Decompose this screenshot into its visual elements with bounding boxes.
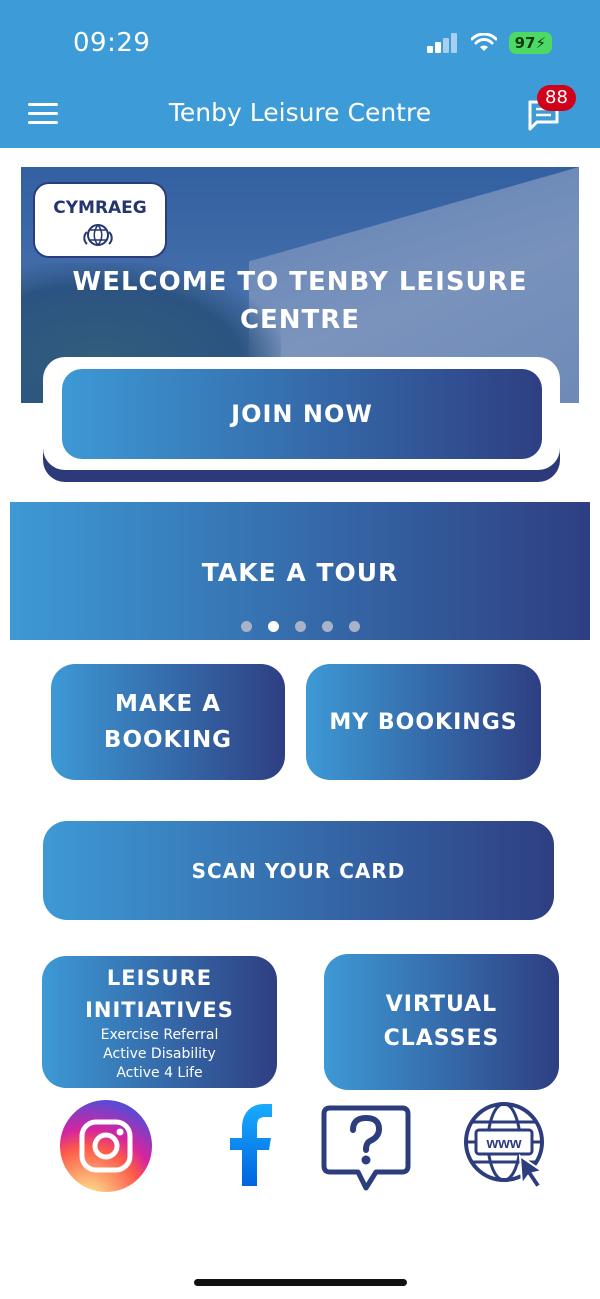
carousel-dot[interactable]: [240, 621, 252, 632]
carousel-dot-active[interactable]: [267, 621, 279, 632]
carousel-dot[interactable]: [294, 621, 306, 632]
scan-your-card-button[interactable]: SCAN YOUR CARD: [43, 821, 554, 920]
facebook-icon[interactable]: [206, 1100, 298, 1192]
make-booking-label-line1: MAKE A: [114, 691, 222, 717]
welcome-heading-line2: CENTRE: [239, 305, 361, 335]
battery-level: 97: [514, 34, 536, 52]
home-indicator[interactable]: [194, 1279, 407, 1286]
carousel-pagination: [10, 621, 590, 632]
language-speech-icon: [83, 224, 113, 246]
welcome-heading-line1: WELCOME TO TENBY LEISURE: [72, 267, 528, 297]
leisure-initiatives-button[interactable]: LEISURE INITIATIVES Exercise Referral Ac…: [42, 956, 277, 1088]
leisure-item: Active 4 Life: [116, 1064, 203, 1081]
virtual-classes-button[interactable]: VIRTUAL CLASSES: [324, 954, 559, 1090]
status-icons: 97⚡: [426, 32, 552, 54]
language-label: CYMRAEG: [53, 198, 147, 218]
website-globe-icon[interactable]: www: [462, 1100, 554, 1192]
take-a-tour-carousel[interactable]: TAKE A TOUR: [10, 502, 590, 640]
instagram-icon[interactable]: [60, 1100, 152, 1192]
page-title: Tenby Leisure Centre: [168, 98, 432, 127]
virtual-label-line2: CLASSES: [383, 1026, 500, 1051]
status-time: 09:29: [73, 28, 151, 58]
make-a-booking-button[interactable]: MAKE A BOOKING: [51, 664, 285, 780]
www-label: www: [485, 1135, 521, 1152]
app-header: 09:29 97⚡ Tenby Leisure Centre 88: [0, 0, 600, 148]
leisure-item: Active Disability: [103, 1045, 216, 1062]
language-button[interactable]: CYMRAEG: [33, 182, 167, 258]
take-a-tour-label: TAKE A TOUR: [201, 558, 399, 587]
my-bookings-button[interactable]: MY BOOKINGS: [306, 664, 541, 780]
carousel-dot[interactable]: [321, 621, 333, 632]
leisure-item: Exercise Referral: [100, 1026, 219, 1043]
instagram-glyph: [79, 1119, 133, 1173]
welcome-heading: WELCOME TO TENBY LEISURE CENTRE: [21, 263, 579, 339]
wifi-icon: [470, 33, 497, 51]
leisure-label-line1: LEISURE: [106, 965, 213, 990]
carousel-dot[interactable]: [348, 621, 360, 632]
help-question-icon[interactable]: [320, 1100, 412, 1192]
join-now-button[interactable]: JOIN NOW: [62, 369, 542, 459]
message-count-badge: 88: [537, 85, 576, 111]
battery-indicator: 97⚡: [508, 32, 552, 54]
virtual-label-line1: VIRTUAL: [385, 992, 498, 1017]
make-booking-label-line2: BOOKING: [103, 727, 233, 753]
leisure-label-line2: INITIATIVES: [85, 997, 234, 1022]
signal-icon: [426, 33, 457, 53]
